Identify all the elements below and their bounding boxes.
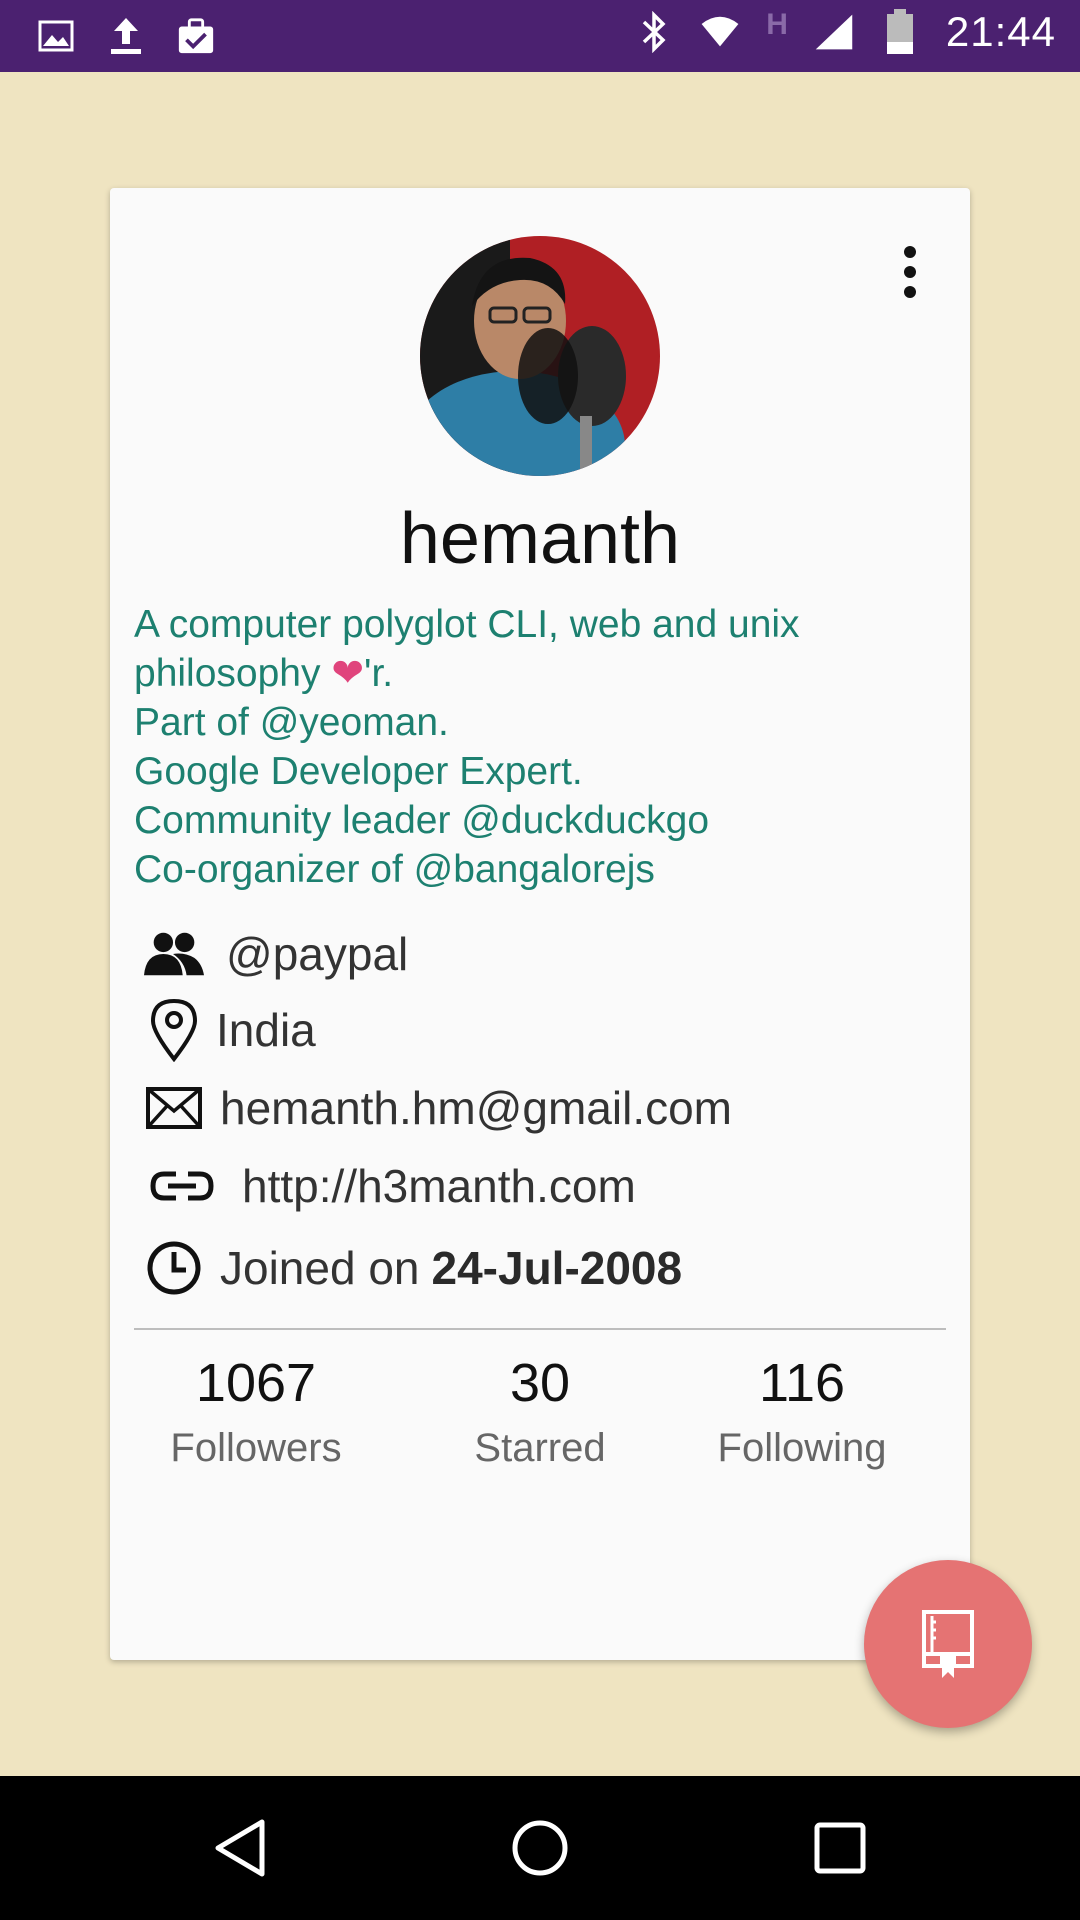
bio-line: philosophy ❤'r. [134, 649, 954, 698]
following-stat[interactable]: 116 Following [672, 1348, 932, 1478]
profile-bio: A computer polyglot CLI, web and unix ph… [134, 600, 954, 894]
more-options-icon[interactable] [898, 246, 922, 298]
network-type: H [766, 8, 788, 41]
email-row[interactable]: hemanth.hm@gmail.com [144, 1078, 732, 1138]
location-text: India [216, 1004, 316, 1056]
starred-stat[interactable]: 30 Starred [410, 1348, 670, 1478]
clock-icon [144, 1238, 204, 1298]
battery-icon [880, 9, 920, 54]
following-count: 116 [758, 1353, 846, 1413]
bio-line: Part of @yeoman. [134, 701, 449, 744]
people-icon [144, 924, 204, 984]
starred-count: 30 [509, 1353, 571, 1413]
image-icon [36, 14, 76, 58]
joined-label: Joined on [220, 1242, 420, 1294]
followers-count: 1067 [195, 1353, 317, 1413]
link-icon [144, 1156, 220, 1216]
bio-line: Co-organizer of @bangalorejs [134, 848, 655, 891]
bio-line: Google Developer Expert. [134, 750, 583, 793]
email-link[interactable]: hemanth.hm@gmail.com [220, 1081, 732, 1135]
company-text: @paypal [226, 928, 409, 980]
wifi-icon [700, 10, 740, 54]
system-icons: H 21:44 [634, 8, 1056, 56]
envelope-icon [144, 1078, 204, 1138]
profile-username: hemanth [399, 499, 681, 579]
company-row: @paypal [144, 924, 408, 984]
navigation-bar [0, 1776, 1080, 1920]
website-link[interactable]: http://h3manth.com [242, 1159, 636, 1213]
bluetooth-icon [634, 10, 674, 54]
back-icon[interactable] [204, 1812, 276, 1884]
followers-stat[interactable]: 1067 Followers [126, 1348, 386, 1478]
website-row[interactable]: http://h3manth.com [144, 1156, 636, 1216]
bio-line: A computer polyglot CLI, web and unix [134, 603, 800, 646]
bio-line: Community leader @duckduckgo [134, 799, 710, 842]
home-icon[interactable] [504, 1812, 576, 1884]
profile-card: hemanth A computer polyglot CLI, web and… [110, 188, 970, 1660]
clock: 21:44 [945, 8, 1056, 55]
followers-label: Followers [170, 1426, 342, 1470]
joined-date: 24-Jul-2008 [431, 1242, 683, 1294]
signal-icon [814, 10, 854, 54]
bio-text: 'r. [364, 652, 394, 695]
heart-icon: ❤ [331, 652, 364, 695]
repo-book-icon [922, 1610, 974, 1678]
location-row: India [144, 998, 316, 1062]
following-label: Following [717, 1426, 887, 1470]
notification-icons [36, 14, 216, 58]
recents-icon[interactable] [804, 1812, 876, 1884]
starred-label: Starred [474, 1426, 606, 1470]
bio-text: philosophy [134, 652, 321, 695]
avatar [420, 236, 660, 476]
clipboard-check-icon [176, 14, 216, 58]
divider [134, 1328, 946, 1330]
joined-row: Joined on 24-Jul-2008 [144, 1238, 682, 1298]
status-bar: H 21:44 [0, 0, 1080, 72]
upload-icon [106, 14, 146, 58]
location-pin-icon [144, 998, 204, 1062]
repositories-fab[interactable] [864, 1560, 1032, 1728]
